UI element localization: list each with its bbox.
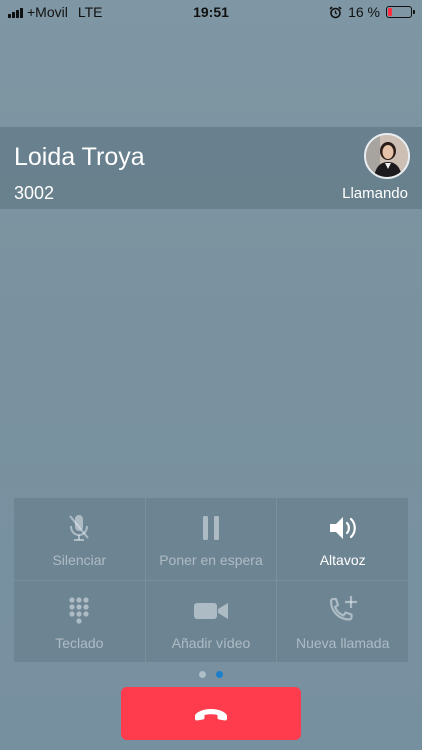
page-indicator bbox=[0, 671, 422, 678]
video-icon bbox=[191, 597, 231, 625]
keypad-icon bbox=[59, 596, 99, 625]
mic-off-icon bbox=[59, 514, 99, 542]
avatar bbox=[364, 133, 410, 179]
battery-icon bbox=[386, 6, 415, 18]
page-dot-1[interactable] bbox=[199, 671, 206, 678]
pause-icon bbox=[191, 514, 231, 542]
hold-button[interactable]: Poner en espera bbox=[145, 498, 277, 580]
keypad-button[interactable]: Teclado bbox=[14, 580, 145, 662]
status-bar: +Movil LTE 19:51 16 % bbox=[0, 0, 422, 24]
speaker-label: Altavoz bbox=[319, 552, 366, 568]
add-call-icon bbox=[323, 595, 363, 625]
speaker-icon bbox=[323, 514, 363, 542]
end-call-button[interactable] bbox=[121, 687, 301, 740]
keypad-label: Teclado bbox=[55, 634, 104, 651]
caller-number: 3002 bbox=[14, 183, 55, 203]
call-status: Llamando bbox=[342, 185, 408, 202]
battery-fill bbox=[388, 8, 392, 16]
speaker-button[interactable]: Altavoz bbox=[277, 498, 408, 580]
new-call-label: Nueva llamada bbox=[295, 634, 390, 651]
alarm-icon bbox=[329, 5, 342, 18]
mute-label: Silenciar bbox=[52, 552, 107, 568]
call-controls: Silenciar Poner en espera Altavoz Teclad… bbox=[14, 498, 408, 662]
new-call-button[interactable]: Nueva llamada bbox=[277, 580, 408, 662]
status-right: 16 % bbox=[329, 4, 415, 20]
hold-label: Poner en espera bbox=[159, 552, 263, 568]
mute-button[interactable]: Silenciar bbox=[14, 498, 145, 580]
add-video-label: Añadir vídeo bbox=[171, 634, 251, 651]
hang-up-icon bbox=[195, 708, 227, 720]
caller-panel: Loida Troya 3002 Llamando bbox=[0, 127, 422, 209]
caller-name: Loida Troya bbox=[14, 143, 145, 171]
battery-percent: 16 % bbox=[348, 4, 380, 20]
add-video-button[interactable]: Añadir vídeo bbox=[145, 580, 277, 662]
page-dot-2[interactable] bbox=[216, 671, 223, 678]
